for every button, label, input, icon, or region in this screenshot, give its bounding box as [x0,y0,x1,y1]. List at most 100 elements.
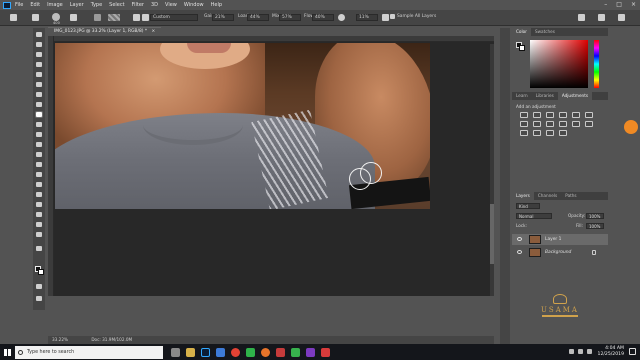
document-size[interactable]: Doc: 31.9M/102.0M [91,337,132,342]
layer-row-background[interactable]: Background [512,247,608,258]
camtasia-icon[interactable] [291,347,300,357]
load-swatch[interactable] [108,14,120,21]
crop-tool[interactable] [35,72,43,78]
close-button[interactable]: × [631,1,636,8]
pen-tool[interactable] [35,182,43,188]
smoothing-settings-icon[interactable] [382,14,389,21]
blur-tool[interactable] [35,162,43,168]
airbrush-icon[interactable] [338,14,345,21]
chrome-icon[interactable] [231,347,240,357]
clean-brush-icon[interactable] [142,14,149,21]
shape-tool[interactable] [35,212,43,218]
acrobat-icon[interactable] [321,347,330,357]
minimize-button[interactable]: – [604,1,607,8]
load-field[interactable]: 44% [247,14,269,21]
vibrance-icon[interactable] [572,112,580,118]
color-picker-field[interactable] [530,40,588,88]
opacity-field[interactable]: 100% [586,213,604,219]
tab-layers[interactable]: Layers [512,192,534,200]
frame-tool[interactable] [35,82,43,88]
hand-tool[interactable] [35,222,43,228]
app-icon[interactable] [246,347,255,357]
healing-brush-tool[interactable] [35,102,43,108]
task-view-icon[interactable] [171,347,180,357]
selective-color-icon[interactable] [559,130,567,136]
black-white-icon[interactable] [533,121,541,127]
vertical-scrollbar[interactable] [490,44,494,296]
smoothing-field[interactable]: 11% [356,14,378,21]
store-icon[interactable] [216,347,225,357]
threshold-icon[interactable] [533,130,541,136]
menu-filter[interactable]: Filter [132,2,144,8]
start-button[interactable] [0,344,14,360]
menu-window[interactable]: Window [184,2,204,8]
maximize-button[interactable]: □ [616,1,622,8]
menu-edit[interactable]: Edit [30,2,40,8]
tab-libraries[interactable]: Libraries [532,92,558,100]
clone-stamp-tool[interactable] [35,122,43,128]
photoshop-app-icon[interactable] [201,347,210,357]
posterize-icon[interactable] [520,130,528,136]
channel-mixer-icon[interactable] [559,121,567,127]
zoom-level[interactable]: 33.22% [52,337,68,342]
menu-view[interactable]: View [165,2,177,8]
levels-icon[interactable] [533,112,541,118]
brightness-contrast-icon[interactable] [520,112,528,118]
document-image[interactable] [55,43,430,209]
media-app-icon[interactable] [276,347,285,357]
menu-layer[interactable]: Layer [70,2,84,8]
eraser-tool[interactable] [35,142,43,148]
mixer-brush-tool[interactable] [35,112,43,118]
background-color-swatch[interactable] [38,269,44,275]
volume-icon[interactable] [578,349,583,354]
hue-saturation-icon[interactable] [585,112,593,118]
gain-field[interactable]: 21% [212,14,234,21]
sample-all-layers-checkbox[interactable] [390,14,395,19]
move-tool[interactable] [35,32,43,38]
notifications-icon[interactable] [629,348,636,355]
brush-preset-icon[interactable] [52,13,60,21]
menu-help[interactable]: Help [211,2,222,8]
type-tool[interactable] [35,192,43,198]
color-balance-icon[interactable] [520,121,528,127]
blend-mode-select[interactable]: Normal [516,213,552,219]
curves-icon[interactable] [546,112,554,118]
current-load-swatch[interactable] [94,14,101,21]
tab-swatches[interactable]: Swatches [531,28,559,36]
gradient-tool[interactable] [35,152,43,158]
scrollbar-thumb[interactable] [490,204,494,264]
tab-channels[interactable]: Channels [534,192,561,200]
exposure-icon[interactable] [559,112,567,118]
fill-field[interactable]: 100% [586,223,604,229]
close-tab-icon[interactable]: × [152,29,156,34]
brush-settings-icon[interactable] [70,14,77,21]
menu-image[interactable]: Image [47,2,63,8]
search-icon[interactable] [578,14,585,21]
share-icon[interactable] [618,14,625,21]
marquee-tool[interactable] [35,42,43,48]
flow-field[interactable]: 40% [312,14,334,21]
dodge-tool[interactable] [35,172,43,178]
tab-paths[interactable]: Paths [561,192,580,200]
mix-field[interactable]: 57% [279,14,301,21]
invert-icon[interactable] [585,121,593,127]
clock[interactable]: 4:04 AM 12/25/2019 [598,346,624,358]
quick-mask-button[interactable] [35,284,43,290]
firefox-icon[interactable] [261,347,270,357]
color-lookup-icon[interactable] [572,121,580,127]
layer-row-layer-1[interactable]: Layer 1 [512,234,608,245]
menu-file[interactable]: File [15,2,23,8]
menu-3d[interactable]: 3D [151,2,158,8]
photo-filter-icon[interactable] [546,121,554,127]
gradient-map-icon[interactable] [546,130,554,136]
menu-select[interactable]: Select [109,2,124,8]
workspace-icon[interactable] [598,14,605,21]
lasso-tool[interactable] [35,52,43,58]
layer-filter-select[interactable]: Kind [516,203,540,209]
eyedropper-tool[interactable] [35,92,43,98]
language-icon[interactable] [587,349,592,354]
document-tab[interactable]: IMG_0123.JPG @ 33.2% (Layer 1, RGB/8) * … [48,27,162,35]
history-brush-tool[interactable] [35,132,43,138]
edit-toolbar[interactable] [35,246,43,252]
load-brush-icon[interactable] [133,14,140,21]
